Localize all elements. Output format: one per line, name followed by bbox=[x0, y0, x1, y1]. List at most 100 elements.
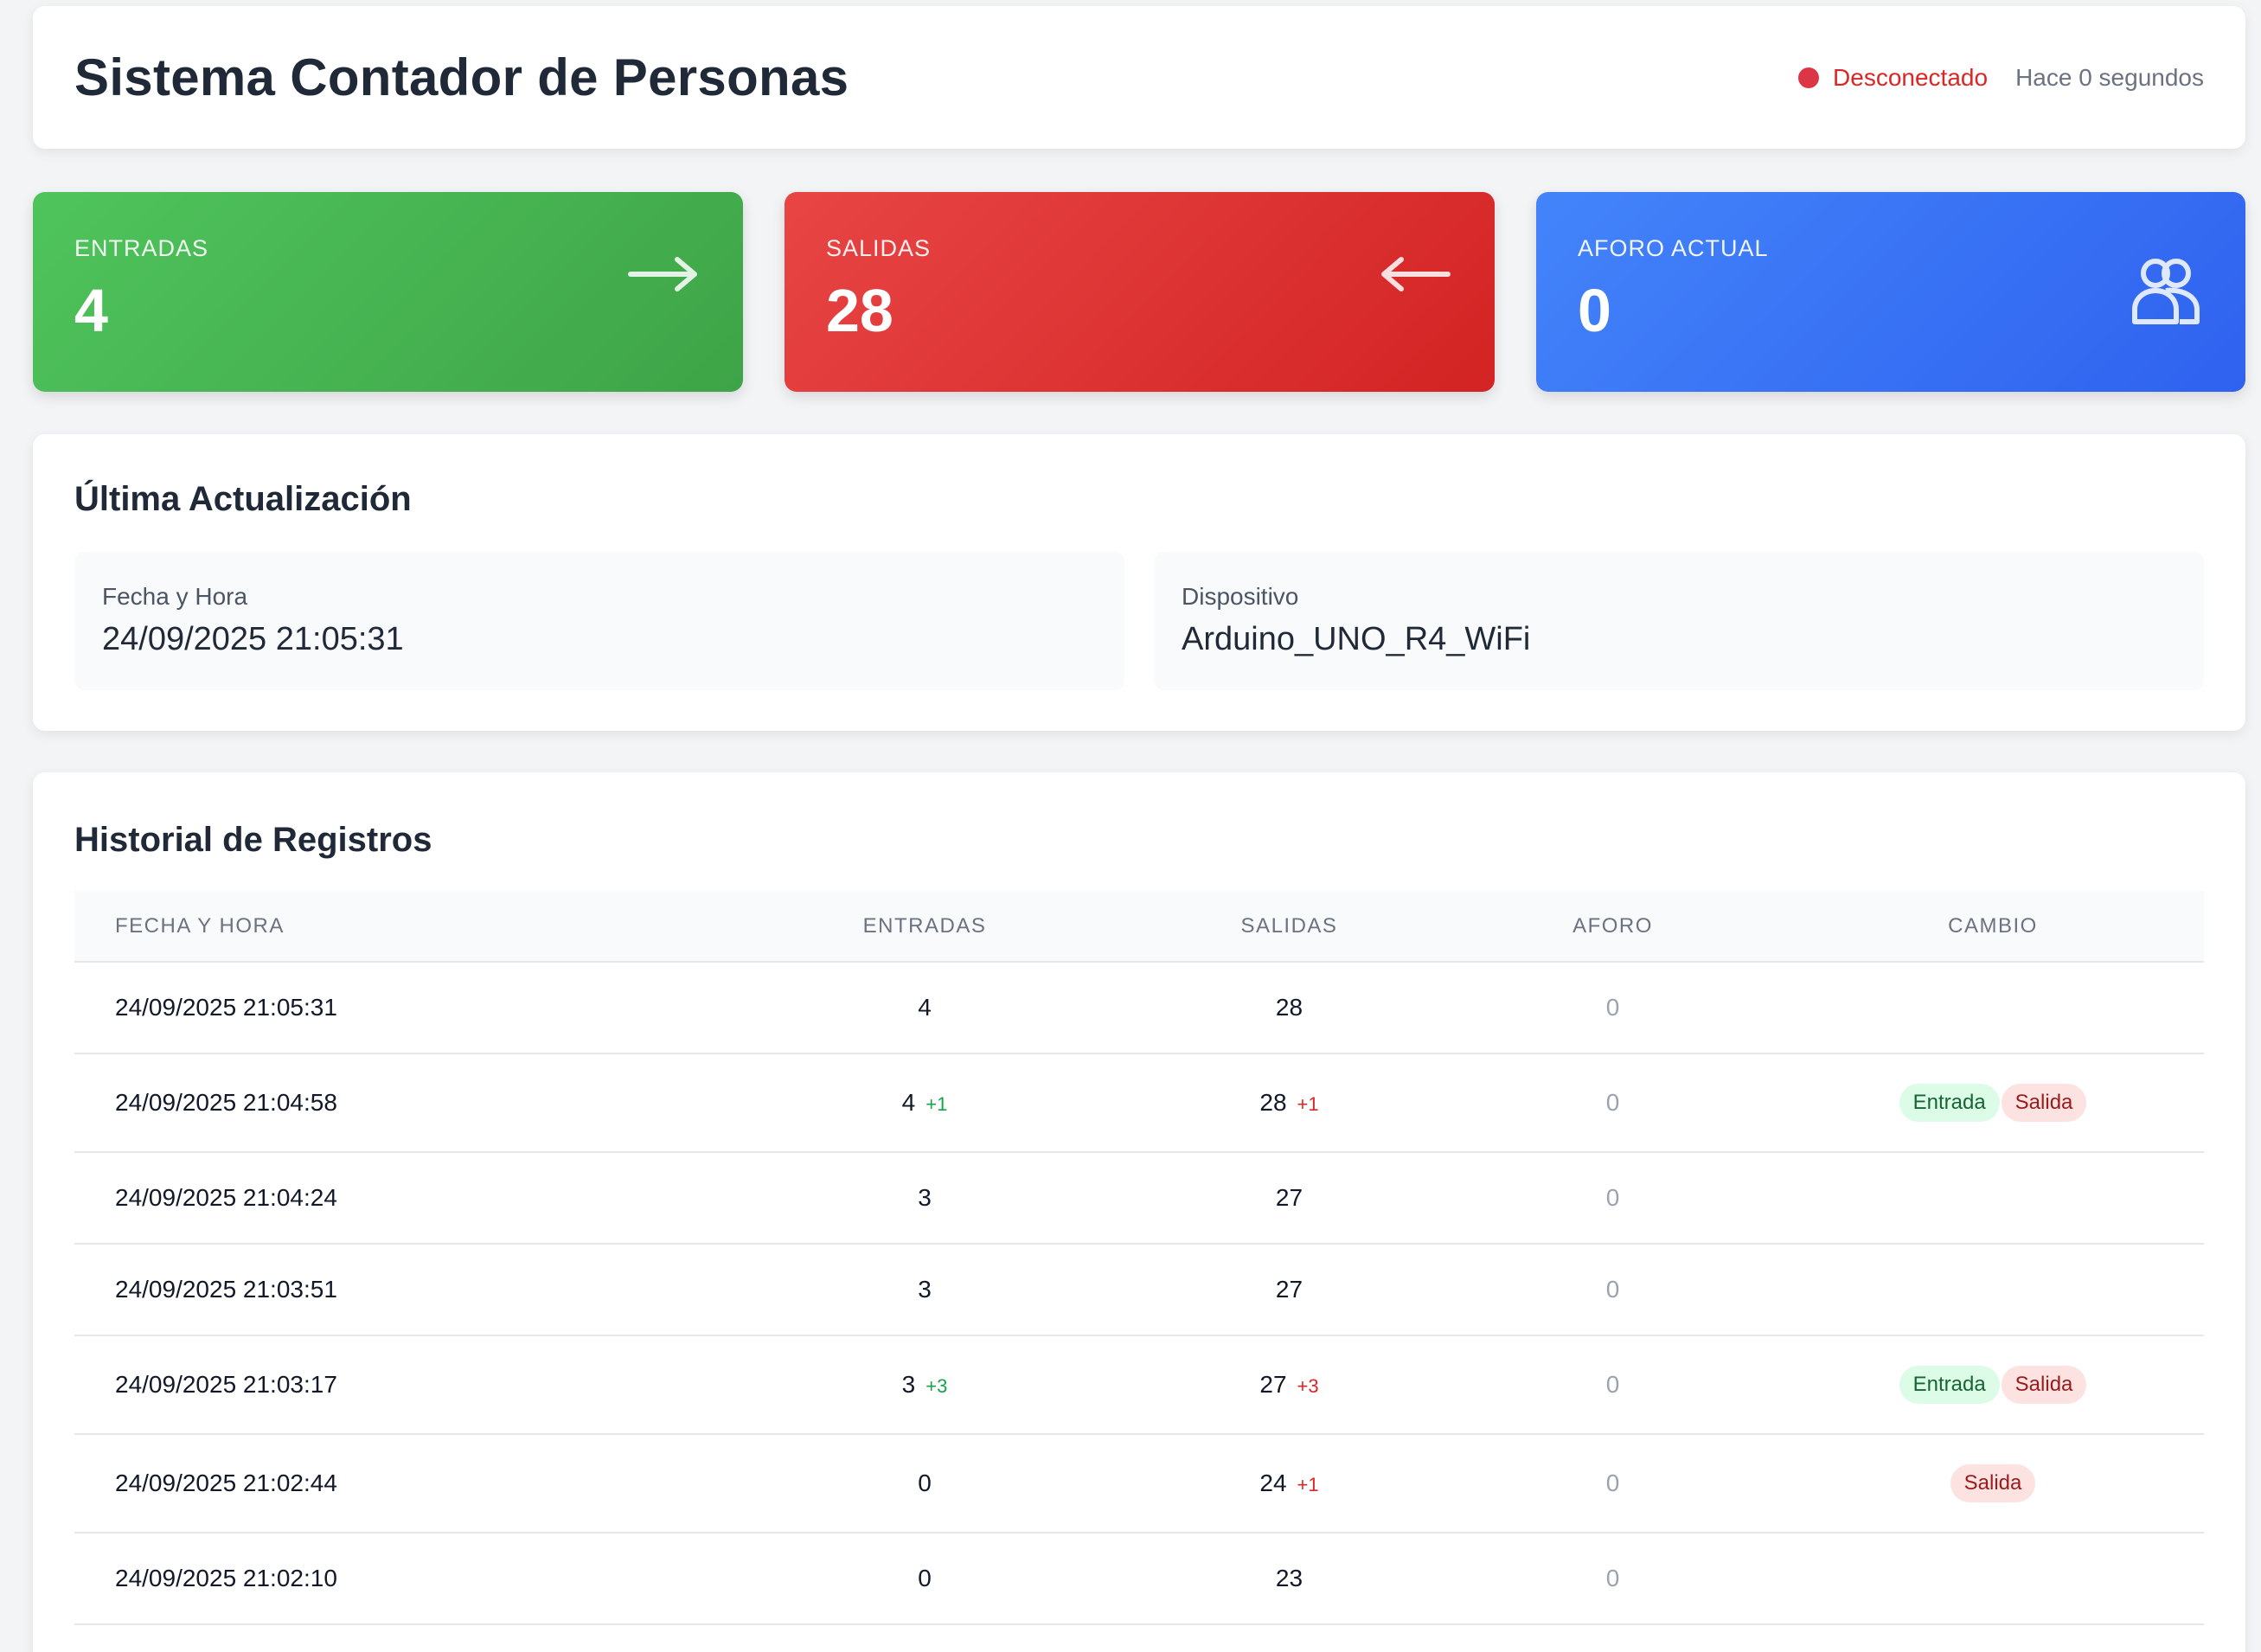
cell-cambio bbox=[1782, 1244, 2204, 1335]
cell-entradas: 0 bbox=[714, 1434, 1135, 1533]
datetime-box: Fecha y Hora 24/09/2025 21:05:31 bbox=[74, 552, 1124, 690]
cell-aforo: 0 bbox=[1605, 1371, 1620, 1398]
salidas-count: 27 bbox=[1275, 1184, 1303, 1211]
cell-cambio: Entrada Salida bbox=[1782, 1335, 2204, 1434]
cell-fecha: 24/09/2025 21:04:58 bbox=[115, 1089, 337, 1116]
status-text: Desconectado bbox=[1833, 63, 1989, 91]
last-update-title: Última Actualización bbox=[74, 480, 412, 518]
entradas-card: ENTRADAS 4 bbox=[33, 192, 743, 392]
entradas-count: 0 bbox=[918, 1565, 932, 1591]
cell-fecha: 24/09/2025 21:02:44 bbox=[115, 1470, 337, 1496]
cell-fecha: 24/09/2025 21:03:17 bbox=[115, 1371, 337, 1398]
last-update-panel: Última Actualización Fecha y Hora 24/09/… bbox=[33, 434, 2245, 731]
device-box: Dispositivo Arduino_UNO_R4_WiFi bbox=[1154, 552, 2204, 690]
salidas-count: 28 bbox=[1275, 994, 1303, 1021]
aforo-value: 0 bbox=[1578, 277, 1611, 344]
users-icon bbox=[2132, 259, 2200, 324]
cell-aforo: 0 bbox=[1605, 1565, 1620, 1591]
table-row: 24/09/2025 21:04:58 4 +1 28 +1 0 Entrada Salida bbox=[74, 1053, 2204, 1152]
page-title: Sistema Contador de Personas bbox=[74, 48, 849, 106]
cell-aforo: 0 bbox=[1605, 1184, 1620, 1211]
history-panel: Historial de Registros FECHA Y HORA ENTR… bbox=[33, 772, 2245, 1652]
cell-aforo: 0 bbox=[1605, 994, 1620, 1021]
entradas-count: 4 bbox=[901, 1089, 916, 1116]
cell-salidas: 27 bbox=[1135, 1244, 1444, 1335]
entradas-label: ENTRADAS bbox=[74, 235, 209, 261]
column-header-salidas[interactable]: SALIDAS bbox=[1135, 891, 1444, 962]
entradas-count: 0 bbox=[918, 1470, 932, 1496]
cell-aforo: 0 bbox=[1605, 1470, 1620, 1496]
last-seen-text: Hace 0 segundos bbox=[2015, 63, 2204, 91]
column-header-fecha[interactable]: FECHA Y HORA bbox=[74, 891, 714, 962]
cell-fecha: 24/09/2025 21:02:10 bbox=[115, 1565, 337, 1591]
device-label: Dispositivo bbox=[1182, 583, 1299, 610]
entradas-count: 3 bbox=[918, 1184, 932, 1211]
connection-status: Desconectado Hace 0 segundos bbox=[1798, 64, 2204, 92]
device-value: Arduino_UNO_R4_WiFi bbox=[1182, 621, 1531, 657]
salidas-card: SALIDAS 28 bbox=[785, 192, 1495, 392]
salidas-label: SALIDAS bbox=[826, 235, 932, 261]
entradas-delta: +1 bbox=[926, 1093, 948, 1115]
salidas-value: 28 bbox=[826, 277, 894, 344]
datetime-label: Fecha y Hora bbox=[102, 583, 248, 610]
column-header-entradas[interactable]: ENTRADAS bbox=[714, 891, 1135, 962]
cell-cambio: Salida bbox=[1782, 1434, 2204, 1533]
cell-cambio bbox=[1782, 962, 2204, 1053]
cell-salidas: 28 +1 bbox=[1135, 1053, 1444, 1152]
entradas-count: 3 bbox=[901, 1371, 916, 1398]
salidas-count: 23 bbox=[1275, 1565, 1303, 1591]
cell-fecha: 24/09/2025 21:05:31 bbox=[115, 994, 337, 1021]
salidas-count: 24 bbox=[1259, 1470, 1287, 1496]
cell-entradas: 3 +3 bbox=[714, 1335, 1135, 1434]
cell-entradas: 4 bbox=[714, 962, 1135, 1053]
history-table: FECHA Y HORA ENTRADAS SALIDAS AFORO CAMB… bbox=[74, 891, 2204, 1625]
table-row: 24/09/2025 21:02:10 0 23 0 bbox=[74, 1533, 2204, 1624]
table-row: 24/09/2025 21:05:31 4 28 0 bbox=[74, 962, 2204, 1053]
cell-fecha: 24/09/2025 21:03:51 bbox=[115, 1276, 337, 1303]
table-header-row: FECHA Y HORA ENTRADAS SALIDAS AFORO CAMB… bbox=[74, 891, 2204, 962]
entradas-count: 3 bbox=[918, 1276, 932, 1303]
entrada-badge: Entrada bbox=[1899, 1084, 2000, 1122]
salidas-delta: +1 bbox=[1297, 1093, 1319, 1115]
cell-entradas: 0 bbox=[714, 1533, 1135, 1624]
salida-badge: Salida bbox=[1950, 1464, 2036, 1502]
cell-salidas: 24 +1 bbox=[1135, 1434, 1444, 1533]
cell-aforo: 0 bbox=[1605, 1089, 1620, 1116]
cell-salidas: 27 +3 bbox=[1135, 1335, 1444, 1434]
arrow-right-icon bbox=[628, 257, 697, 291]
table-row: 24/09/2025 21:03:51 3 27 0 bbox=[74, 1244, 2204, 1335]
salidas-delta: +1 bbox=[1297, 1474, 1319, 1495]
cell-cambio bbox=[1782, 1533, 2204, 1624]
entradas-count: 4 bbox=[918, 994, 932, 1021]
aforo-card: AFORO ACTUAL 0 bbox=[1536, 192, 2245, 392]
cell-cambio bbox=[1782, 1152, 2204, 1244]
header: Sistema Contador de Personas Desconectad… bbox=[33, 6, 2245, 149]
cell-cambio: Entrada Salida bbox=[1782, 1053, 2204, 1152]
cell-fecha: 24/09/2025 21:04:24 bbox=[115, 1184, 337, 1211]
cell-aforo: 0 bbox=[1605, 1276, 1620, 1303]
cell-entradas: 3 bbox=[714, 1244, 1135, 1335]
cell-salidas: 27 bbox=[1135, 1152, 1444, 1244]
table-row: 24/09/2025 21:02:44 0 24 +1 0 Salida bbox=[74, 1434, 2204, 1533]
arrow-left-icon bbox=[1381, 257, 1451, 291]
column-header-aforo[interactable]: AFORO bbox=[1444, 891, 1782, 962]
salidas-delta: +3 bbox=[1297, 1375, 1319, 1397]
entrada-badge: Entrada bbox=[1899, 1366, 2000, 1404]
salida-badge: Salida bbox=[2001, 1366, 2087, 1404]
salidas-count: 27 bbox=[1275, 1276, 1303, 1303]
cell-salidas: 23 bbox=[1135, 1533, 1444, 1624]
entradas-delta: +3 bbox=[926, 1375, 948, 1397]
table-row: 24/09/2025 21:04:24 3 27 0 bbox=[74, 1152, 2204, 1244]
cell-entradas: 4 +1 bbox=[714, 1053, 1135, 1152]
cell-entradas: 3 bbox=[714, 1152, 1135, 1244]
salidas-count: 27 bbox=[1259, 1371, 1287, 1398]
aforo-label: AFORO ACTUAL bbox=[1578, 235, 1769, 261]
history-title: Historial de Registros bbox=[74, 821, 432, 859]
salida-badge: Salida bbox=[2001, 1084, 2087, 1122]
entradas-value: 4 bbox=[74, 277, 108, 344]
column-header-cambio[interactable]: CAMBIO bbox=[1782, 891, 2204, 962]
cell-salidas: 28 bbox=[1135, 962, 1444, 1053]
salidas-count: 28 bbox=[1259, 1089, 1287, 1116]
table-row: 24/09/2025 21:03:17 3 +3 27 +3 0 Entrada Salida bbox=[74, 1335, 2204, 1434]
datetime-value: 24/09/2025 21:05:31 bbox=[102, 621, 404, 657]
